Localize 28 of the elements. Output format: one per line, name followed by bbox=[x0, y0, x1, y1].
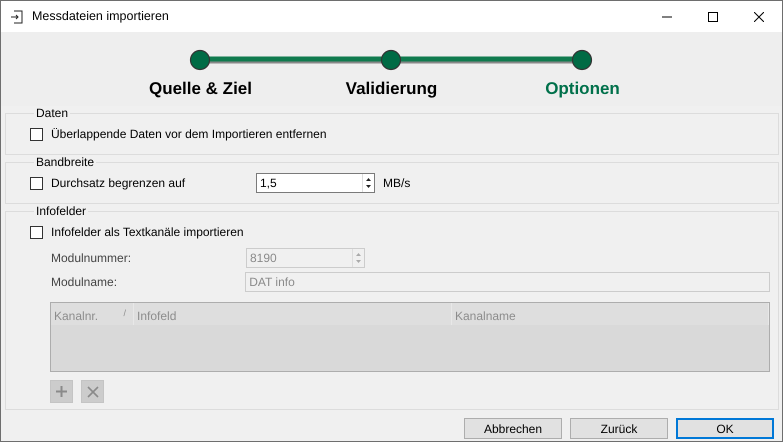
step-label: Validierung bbox=[344, 78, 438, 100]
spin-arrows-icon bbox=[362, 174, 374, 192]
sort-mark: / bbox=[123, 307, 126, 320]
dialog-button[interactable]: Zurück bbox=[570, 418, 668, 439]
checkbox[interactable] bbox=[30, 176, 43, 190]
step-label: Quelle & Ziel bbox=[148, 78, 253, 100]
number-field[interactable]: 1,5 bbox=[256, 173, 375, 193]
group-title: Infofelder bbox=[35, 204, 88, 218]
spin-arrows-icon bbox=[352, 249, 364, 267]
field-label: Modulnummer: bbox=[51, 250, 132, 267]
checkbox-label: Durchsatz begrenzen auf bbox=[51, 175, 186, 192]
group-title: Bandbreite bbox=[35, 155, 96, 169]
import-icon bbox=[10, 10, 24, 24]
unit-label: MB/s bbox=[383, 175, 410, 192]
checkbox[interactable] bbox=[30, 128, 43, 140]
field-label: Modulname: bbox=[51, 274, 118, 291]
window-title: Messdateien importieren bbox=[32, 8, 169, 26]
checkbox-label: Infofelder als Textkanäle importieren bbox=[51, 224, 244, 241]
checkbox-label: Überlappende Daten vor dem Importieren entfernen bbox=[51, 126, 326, 143]
dialog-button[interactable]: Abbrechen bbox=[464, 418, 562, 439]
dialog-button[interactable]: OK bbox=[676, 418, 774, 439]
group-title: Daten bbox=[35, 106, 70, 120]
close-icon bbox=[754, 12, 764, 22]
step-label: Optionen bbox=[544, 78, 621, 100]
maximize-icon bbox=[708, 12, 718, 22]
close-icon bbox=[86, 386, 98, 398]
checkbox[interactable] bbox=[30, 226, 43, 238]
plus-icon bbox=[56, 386, 67, 397]
